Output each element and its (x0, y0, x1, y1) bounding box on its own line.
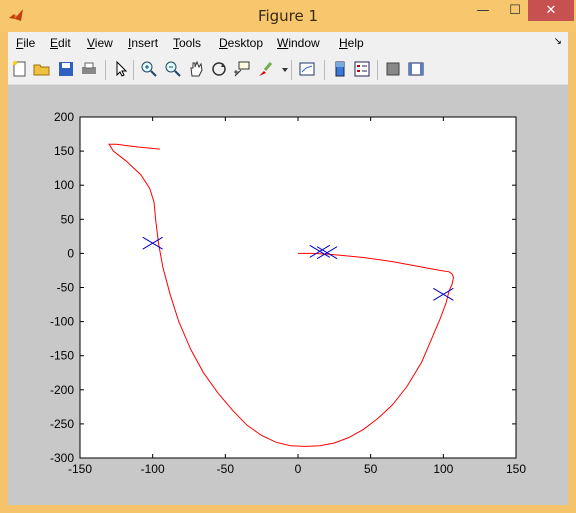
x-tick-label: 0 (295, 462, 302, 476)
menu-view[interactable]: View (87, 36, 113, 50)
toolbar-separator (291, 60, 292, 80)
toolbar-separator (377, 60, 378, 80)
edit-plot-icon[interactable] (112, 60, 130, 78)
y-tick-label: -100 (50, 315, 74, 329)
zoom-in-icon[interactable] (140, 60, 158, 78)
insert-colorbar-icon[interactable] (331, 60, 349, 78)
show-plot-tools-icon[interactable] (407, 60, 425, 78)
menu-file[interactable]: File (16, 36, 35, 50)
menu-edit[interactable]: Edit (50, 36, 71, 50)
y-tick-label: -50 (57, 281, 75, 295)
menu-help[interactable]: Help (339, 36, 364, 50)
print-icon[interactable] (80, 60, 98, 78)
rotate-3d-icon[interactable] (210, 60, 228, 78)
y-tick-label: -300 (50, 451, 74, 465)
x-tick-label: 100 (433, 462, 453, 476)
y-tick-label: -250 (50, 417, 74, 431)
x-tick-label: -50 (217, 462, 235, 476)
title-bar[interactable]: Figure 1 — ☐ ✕ (0, 0, 576, 32)
menu-tools[interactable]: Tools (173, 36, 201, 50)
y-tick-label: 0 (67, 246, 74, 260)
y-tick-label: 50 (61, 212, 75, 226)
menu-desktop[interactable]: Desktop (219, 36, 263, 50)
minimize-button[interactable]: — (468, 0, 498, 21)
link-plot-icon[interactable] (298, 60, 316, 78)
open-file-icon[interactable] (33, 60, 51, 78)
toolbar-separator (133, 60, 134, 80)
x-tick-label: -100 (141, 462, 165, 476)
insert-legend-icon[interactable] (353, 60, 371, 78)
y-tick-label: 150 (54, 144, 74, 158)
y-tick-label: -150 (50, 349, 74, 363)
toolbar-separator (324, 60, 325, 80)
zoom-out-icon[interactable] (164, 60, 182, 78)
brush-icon[interactable] (256, 60, 274, 78)
x-tick-label: 50 (364, 462, 378, 476)
figure-toolbar (8, 56, 568, 85)
hide-plot-tools-icon[interactable] (384, 60, 402, 78)
toolbar-separator (105, 60, 106, 80)
x-tick-label: 150 (506, 462, 526, 476)
maximize-button[interactable]: ☐ (502, 0, 528, 21)
save-icon[interactable] (57, 60, 75, 78)
menu-bar: File Edit View Insert Tools Desktop Window Help… (8, 32, 568, 56)
data-cursor-icon[interactable] (233, 60, 251, 78)
y-tick-label: -200 (50, 383, 74, 397)
dock-arrow-icon[interactable]: ↘ (554, 36, 562, 47)
plot-axes[interactable]: -150 -100 -50 0 50 100 150-300-250-200-150-100… (8, 85, 568, 505)
pan-icon[interactable] (187, 60, 205, 78)
y-tick-label: 100 (54, 178, 74, 192)
close-button[interactable]: ✕ (528, 0, 574, 21)
new-figure-icon[interactable] (11, 60, 29, 78)
menu-window[interactable]: Window (277, 36, 320, 50)
figure-canvas: -150 -100 -50 0 50 100 150 -300 -250 -200 -150 -100… (8, 85, 568, 505)
y-tick-label: 200 (54, 110, 74, 124)
figure-window: Figure 1 — ☐ ✕ File Edit View Insert Tools De… (0, 0, 576, 513)
menu-insert[interactable]: Insert (128, 36, 158, 50)
